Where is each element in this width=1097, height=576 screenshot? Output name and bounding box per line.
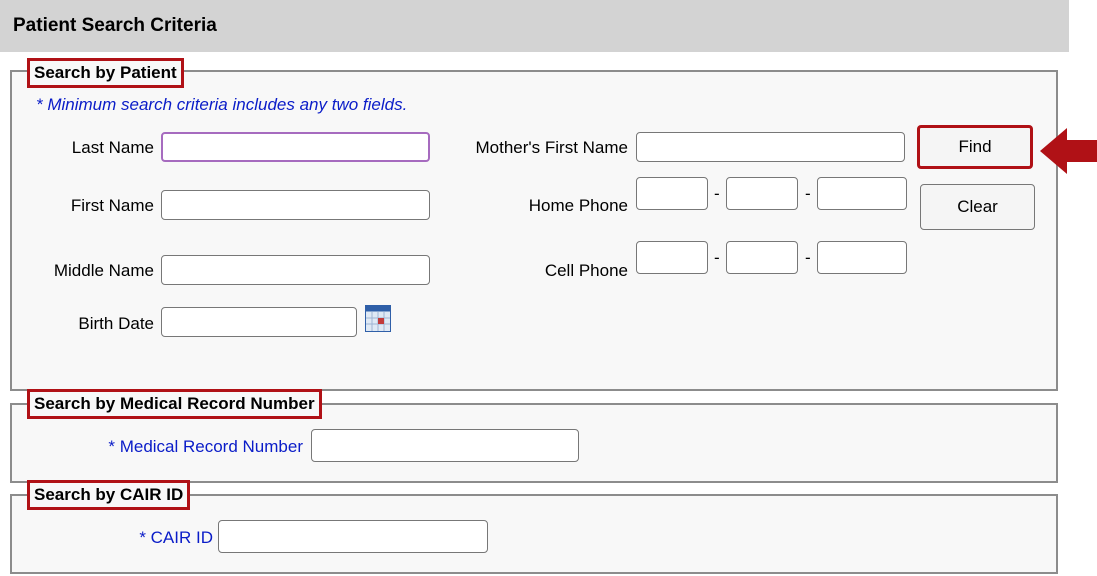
clear-button[interactable]: Clear (920, 184, 1035, 230)
last-name-label: Last Name (71, 138, 154, 157)
cair-id-label: * CAIR ID (139, 528, 213, 547)
middle-name-label: Middle Name (53, 261, 154, 280)
cell-phone-separator: - (805, 248, 811, 267)
home-phone-area-field[interactable] (636, 177, 708, 210)
medical-record-number-field[interactable] (311, 429, 579, 462)
arrow-left-icon (1040, 128, 1097, 174)
medical-record-number-label: * Medical Record Number (108, 437, 303, 456)
minimum-criteria-note: * Minimum search criteria includes any t… (36, 95, 408, 114)
cell-phone-area-field[interactable] (636, 241, 708, 274)
search-by-cair-id-legend: Search by CAIR ID (27, 480, 191, 510)
cell-phone-label: Cell Phone (544, 261, 628, 280)
page-title: Patient Search Criteria (13, 15, 217, 36)
cair-id-field[interactable] (218, 520, 488, 553)
find-button[interactable]: Find (917, 125, 1033, 169)
home-phone-separator: - (714, 184, 720, 203)
page-header: Patient Search Criteria (0, 0, 1069, 52)
birth-date-label: Birth Date (78, 314, 154, 333)
cell-phone-line-field[interactable] (817, 241, 907, 274)
search-by-mrn-legend: Search by Medical Record Number (27, 389, 322, 419)
last-name-field[interactable] (161, 132, 430, 162)
home-phone-separator: - (805, 184, 811, 203)
calendar-icon[interactable] (365, 305, 391, 332)
first-name-label: First Name (70, 196, 154, 215)
cell-phone-separator: - (714, 248, 720, 267)
home-phone-label: Home Phone (528, 196, 628, 215)
birth-date-field[interactable] (161, 307, 357, 337)
middle-name-field[interactable] (161, 255, 430, 285)
search-by-patient-legend: Search by Patient (27, 58, 184, 88)
cell-phone-prefix-field[interactable] (726, 241, 798, 274)
home-phone-prefix-field[interactable] (726, 177, 798, 210)
mothers-first-name-field[interactable] (636, 132, 905, 162)
mothers-first-name-label: Mother's First Name (475, 138, 629, 157)
home-phone-line-field[interactable] (817, 177, 907, 210)
search-by-patient-group (10, 70, 1058, 391)
first-name-field[interactable] (161, 190, 430, 220)
